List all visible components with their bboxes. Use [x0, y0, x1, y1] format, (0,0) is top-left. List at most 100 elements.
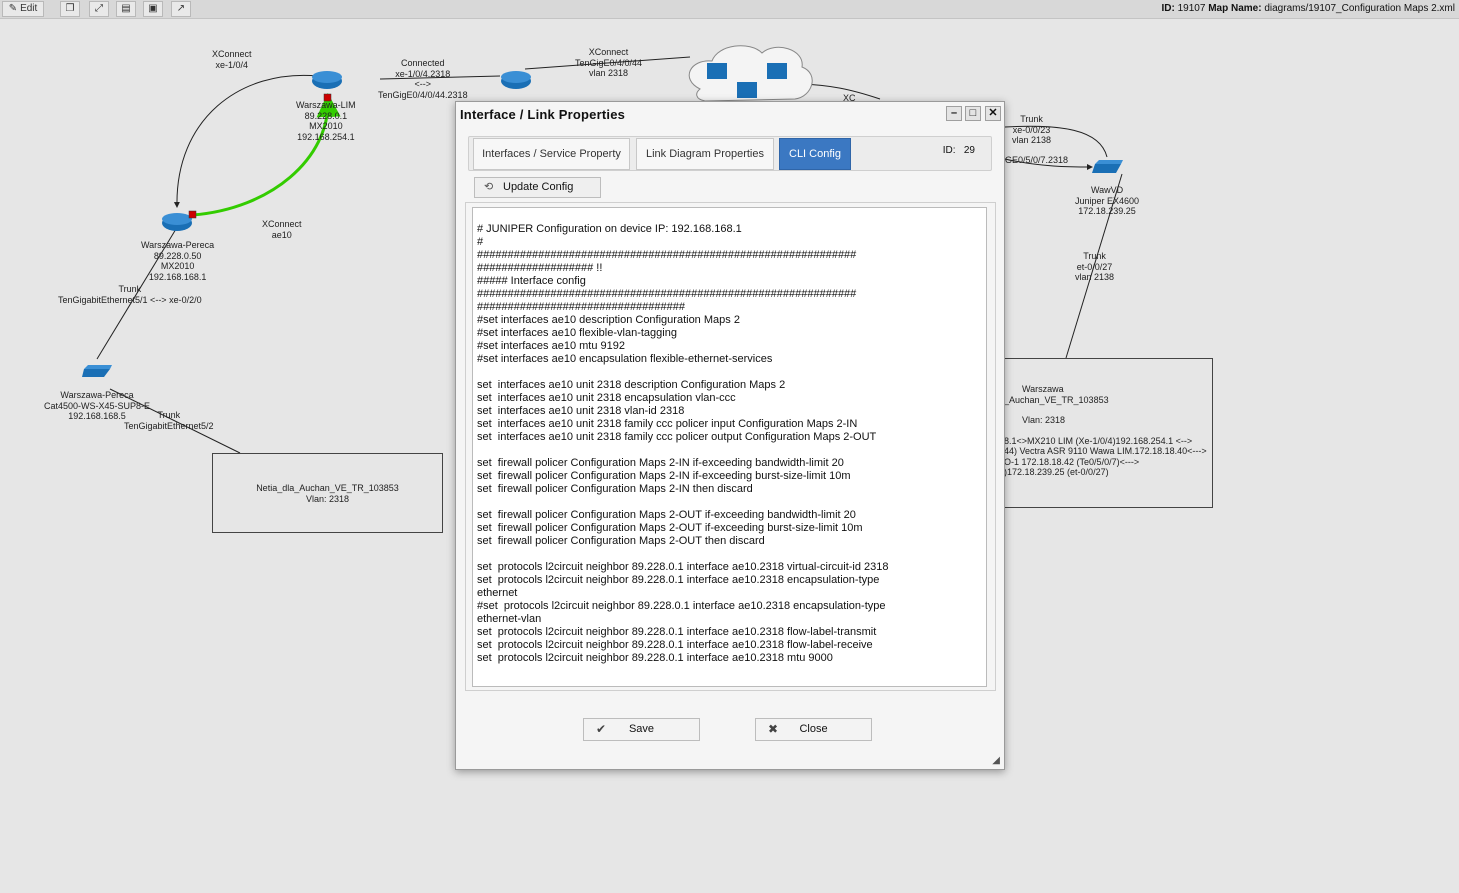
xconnect-right-label: XConnect TenGigE0/4/0/44 vlan 2318 [575, 47, 642, 79]
router-pereca-top [162, 213, 192, 225]
label-line: 89.228.0.50 [153, 250, 202, 261]
service-box-title: Netia_dla_Auchan_VE_TR_103853 [256, 483, 399, 493]
save-label: Save [628, 723, 655, 735]
cli-config-textarea[interactable]: # JUNIPER Configuration on device IP: 19… [472, 207, 987, 687]
label-line: vlan 2318 [589, 68, 629, 78]
link-id-label: ID: [942, 145, 956, 156]
save-button[interactable]: ✔ Save [583, 718, 700, 741]
label-line: XConnect [262, 219, 302, 229]
path-line: 44) Vectra ASR 9110 Wawa LIM.172.18.18.4… [1004, 446, 1207, 456]
checkmark-icon: ✔ [596, 722, 607, 736]
link-endpoint-marker-pereca [188, 210, 197, 219]
service-box-vlan: Vlan: 2318 [305, 493, 350, 504]
gige-label: GE0/5/0/7.2318 [1005, 155, 1069, 165]
minimize-icon[interactable]: – [946, 106, 962, 121]
trunk-bottom-label: Trunk TenGigabitEthernet5/2 [124, 410, 214, 431]
external-link-icon[interactable]: ↗ [171, 1, 191, 17]
cloud-server-3 [737, 82, 757, 98]
map-title-info: ID: 19107 Map Name: diagrams/19107_Confi… [1161, 3, 1455, 14]
label-line: TenGigabitEthernet5/2 [124, 420, 214, 431]
trunk-right-top-label: Trunk xe-0/0/23 vlan 2138 [1012, 114, 1051, 146]
close-button[interactable]: ✖ Close [755, 718, 872, 741]
service-box-netia[interactable]: Netia_dla_Auchan_VE_TR_103853 Vlan: 2318 [212, 453, 443, 533]
label-line: xe-1/0/4 [215, 59, 249, 70]
node-lim-label[interactable]: Warszawa-LIM 89.228.0.1 MX2010 192.168.2… [296, 100, 356, 142]
label-line: TenGigE0/4/0/44 [575, 57, 643, 68]
tab-interfaces-service-property[interactable]: Interfaces / Service Property [473, 138, 630, 170]
switch-wawvd-top [1095, 160, 1123, 164]
node-wawvd-label[interactable]: WawVD Juniper EX4600 172.18.239.25 [1075, 185, 1139, 217]
id-label: ID: [1161, 3, 1175, 14]
trunk-left-label: Trunk TenGigabitEthernet5/1 <--> xe-0/2/… [58, 284, 202, 305]
save-disk-icon[interactable]: ▣ [143, 1, 163, 17]
service-box-title: Warszawa [1022, 384, 1064, 394]
label-line: MX2010 [309, 121, 343, 131]
label-line: 89.228.0.1 [304, 110, 348, 121]
xconnect-ae10-label: XConnect ae10 [262, 219, 302, 240]
refresh-icon: ⟲ [484, 181, 494, 193]
tab-cli-config[interactable]: CLI Config [779, 138, 851, 170]
close-icon[interactable]: ✕ [985, 106, 1001, 121]
page-icon[interactable]: ▤ [116, 1, 136, 17]
label-line: Juniper EX4600 [1075, 195, 1140, 206]
map-name-value: diagrams/19107_Configuration Maps 2.xml [1264, 3, 1455, 14]
label-line: Warszawa-Pereca [60, 390, 134, 400]
label-line: MX2010 [160, 261, 195, 271]
label-line: TenGigabitEthernet5/1 <--> xe-0/2/0 [58, 294, 202, 305]
router-connected-top [501, 71, 531, 83]
maximize-icon[interactable]: □ [965, 106, 981, 121]
label-line: Warszawa-LIM [296, 100, 356, 110]
map-name-label: Map Name: [1208, 3, 1262, 14]
service-box-vlan: Vlan: 2318 [1022, 415, 1066, 425]
clone-icon[interactable]: ❐ [60, 1, 80, 17]
label-line: Connected [401, 58, 445, 68]
edit-button[interactable]: ✎ Edit [2, 1, 44, 17]
label-line: Trunk [1020, 114, 1043, 124]
link-id: ID: 29 [943, 145, 975, 156]
path-line: )172.18.239.25 (et-0/0/27) [1004, 467, 1109, 477]
label-line: 192.168.254.1 [297, 131, 355, 142]
xconnect-top-label: XConnect xe-1/0/4 [212, 49, 252, 70]
pencil-icon: ✎ [8, 3, 18, 14]
link-id-value: 29 [963, 145, 975, 156]
edit-label: Edit [20, 3, 38, 14]
label-line: Trunk [118, 284, 142, 294]
cloud-server-2 [767, 63, 787, 79]
label-line: <--> [414, 79, 432, 89]
router-lim-top [312, 71, 342, 83]
cloud-link [799, 83, 881, 100]
label-line: vlan 2138 [1012, 135, 1052, 145]
trunk-right-label: Trunk et-0/0/27 vlan 2138 [1075, 251, 1114, 283]
label-line: ae10 [271, 229, 292, 240]
dialog-title[interactable]: Interface / Link Properties [460, 107, 625, 122]
label-line: vlan 2138 [1075, 272, 1115, 282]
label-line: Trunk [157, 410, 181, 420]
label-line: 172.18.239.25 [1078, 206, 1136, 216]
label-line: Warszawa-Pereca [141, 240, 215, 250]
path-line: O-1 172.18.18.42 (Te0/5/0/7)<---> [1004, 456, 1140, 467]
switch-wawvd-icon [1092, 164, 1121, 173]
interface-link-properties-dialog: Interface / Link Properties – □ ✕ Interf… [455, 101, 1005, 770]
close-label: Close [799, 723, 828, 735]
switch-pereca-icon [82, 369, 110, 377]
node-pereca-label[interactable]: Warszawa-Pereca 89.228.0.50 MX2010 192.1… [141, 240, 214, 282]
label-line: TenGigE0/4/0/44.2318 [378, 89, 468, 100]
label-line: XConnect [588, 47, 629, 57]
label-line: XConnect [212, 49, 252, 59]
cloud-server-1 [707, 63, 727, 79]
update-config-button[interactable]: ⟲ Update Config [474, 177, 601, 198]
label-line: et-0/0/27 [1076, 261, 1113, 272]
label-line: 192.168.168.1 [148, 271, 207, 282]
id-value: 19107 [1177, 3, 1206, 14]
service-box-name: _Auchan_VE_TR_103853 [1004, 394, 1109, 405]
tab-link-diagram-properties[interactable]: Link Diagram Properties [636, 138, 774, 170]
resize-grip-icon[interactable]: ◢ [992, 755, 1000, 766]
service-box-warszawa[interactable]: Warszawa _Auchan_VE_TR_103853 Vlan: 2318… [985, 358, 1213, 508]
fullscreen-icon[interactable]: ⤢ [89, 1, 109, 17]
label-line: Trunk [1083, 251, 1106, 261]
path-line: 8.1<>MX210 LIM (Xe-1/0/4)192.168.254.1 <… [1004, 435, 1193, 446]
top-toolbar: ✎ Edit ❐ ⤢ ▤ ▣ ↗ ID: 19107 Map Name: diag… [0, 0, 1459, 19]
label-line: xe-0/0/23 [1012, 124, 1051, 135]
